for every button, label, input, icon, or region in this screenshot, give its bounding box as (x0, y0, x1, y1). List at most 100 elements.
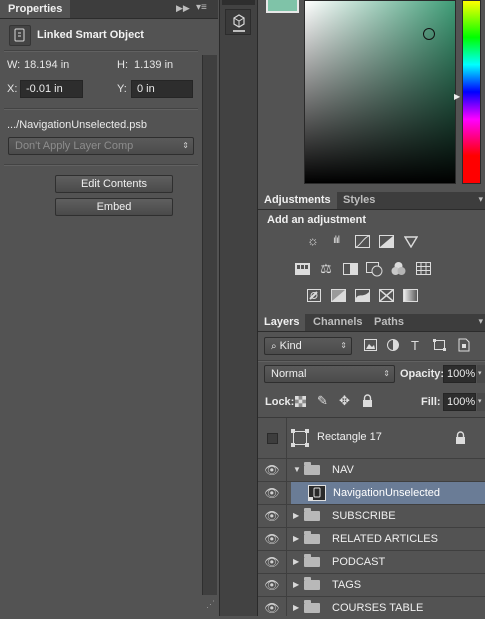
divider (4, 164, 198, 166)
selective-color-icon[interactable] (379, 289, 394, 302)
blend-mode-value: Normal (271, 368, 307, 380)
layer-row-nav[interactable]: 👁 ▼ NAV (258, 459, 485, 482)
opacity-dropdown-icon[interactable]: ▾ (477, 365, 485, 383)
exposure-icon[interactable] (379, 235, 394, 248)
pixel-layer-filter-icon[interactable] (364, 339, 377, 351)
fill-dropdown-icon[interactable]: ▾ (477, 393, 485, 411)
opacity-label: Opacity: (400, 368, 445, 380)
panel-menu-icon[interactable]: ▾ (478, 316, 483, 327)
color-field[interactable] (304, 0, 456, 184)
layers-tabbar: Layers Channels Paths ▾ (258, 314, 485, 332)
smart-object-filter-icon[interactable] (458, 338, 470, 352)
search-icon: ⌕ (271, 341, 277, 352)
lock-all-icon[interactable] (362, 394, 373, 407)
vibrance-icon[interactable] (404, 236, 418, 248)
smart-object-badge (9, 25, 31, 46)
eye-icon[interactable]: 👁 (258, 482, 287, 504)
tab-layers[interactable]: Layers (258, 314, 306, 331)
eye-icon[interactable]: 👁 (258, 551, 287, 573)
shape-layer-filter-icon[interactable] (433, 339, 446, 351)
edit-contents-button[interactable]: Edit Contents (55, 175, 173, 193)
eye-icon[interactable]: 👁 (258, 459, 287, 481)
layer-name: SUBSCRIBE (332, 510, 396, 522)
opacity-field[interactable]: 100% (443, 365, 476, 383)
height-label: H: (117, 59, 128, 71)
photo-filter-icon[interactable] (366, 261, 383, 277)
layer-row-navigation-unselected[interactable]: 👁 NavigationUnselected (258, 482, 485, 505)
collapse-panel-icon[interactable]: ▶▶ (176, 3, 190, 14)
updown-arrow-icon: ⇕ (383, 369, 390, 378)
gradient-map-icon[interactable] (403, 289, 418, 302)
levels-icon[interactable]: ılıl (329, 234, 343, 248)
divider (4, 50, 198, 52)
layer-row-rectangle-17[interactable]: Rectangle 17 (258, 418, 485, 459)
posterize-icon[interactable] (331, 289, 346, 302)
color-panel: ▶ (258, 0, 485, 190)
blend-mode-select[interactable]: Normal ⇕ (264, 365, 395, 383)
object-type-label: Linked Smart Object (37, 29, 144, 41)
curves-icon[interactable] (355, 235, 370, 248)
channel-mixer-icon[interactable] (391, 261, 406, 276)
tab-styles[interactable]: Styles (337, 192, 381, 209)
tab-adjustments[interactable]: Adjustments (258, 192, 337, 209)
adjustments-tabbar: Adjustments Styles ▾ (258, 192, 485, 210)
properties-scrollbar[interactable] (202, 55, 217, 595)
lock-position-icon[interactable]: ✥ (339, 393, 350, 409)
adjustment-layer-filter-icon[interactable] (387, 339, 399, 351)
folder-icon (304, 508, 320, 521)
color-balance-icon[interactable]: ⚖ (319, 262, 333, 276)
eye-icon[interactable]: 👁 (258, 597, 287, 616)
hue-slider-handle-icon[interactable]: ▶ (454, 92, 460, 101)
invert-icon[interactable] (307, 289, 321, 302)
hue-saturation-icon[interactable] (295, 263, 310, 275)
panel-menu-icon[interactable]: ▾ (478, 194, 483, 205)
embed-button[interactable]: Embed (55, 198, 173, 216)
properties-dock-button[interactable] (225, 9, 251, 35)
eye-icon[interactable]: 👁 (258, 505, 287, 527)
eye-icon[interactable]: 👁 (258, 574, 287, 596)
expanded-triangle-icon[interactable]: ▼ (293, 459, 301, 481)
adjustments-panel: Adjustments Styles ▾ Add an adjustment ☼… (258, 192, 485, 312)
layer-comp-select[interactable]: Don't Apply Layer Comp ⇕ (8, 137, 194, 155)
eye-icon[interactable]: 👁 (258, 528, 287, 550)
width-value[interactable]: 18.194 in (24, 59, 69, 71)
layer-locked-icon (456, 431, 465, 444)
black-white-icon[interactable] (343, 263, 358, 275)
color-picker-cursor[interactable] (423, 28, 435, 40)
layer-row-related-articles[interactable]: 👁 ▶ RELATED ARTICLES (258, 528, 485, 551)
collapsed-triangle-icon[interactable]: ▶ (293, 551, 299, 573)
collapsed-triangle-icon[interactable]: ▶ (293, 505, 299, 527)
linked-smart-object-icon (14, 28, 25, 42)
layer-row-tags[interactable]: 👁 ▶ TAGS (258, 574, 485, 597)
fill-field[interactable]: 100% (443, 393, 476, 411)
collapsed-triangle-icon[interactable]: ▶ (293, 528, 299, 550)
fill-label: Fill: (421, 396, 441, 408)
lock-image-pixels-icon[interactable]: ✎ (317, 393, 328, 409)
lock-transparent-pixels-icon[interactable] (295, 396, 306, 407)
layer-row-subscribe[interactable]: 👁 ▶ SUBSCRIBE (258, 505, 485, 528)
collapsed-triangle-icon[interactable]: ▶ (293, 574, 299, 596)
layers-panel: Layers Channels Paths ▾ ⌕ Kind ⇕ T Norma… (258, 314, 485, 616)
threshold-icon[interactable] (355, 289, 370, 302)
layer-row-courses-table[interactable]: 👁 ▶ COURSES TABLE (258, 597, 485, 616)
y-position-field[interactable]: 0 in (131, 80, 193, 98)
color-lookup-icon[interactable] (416, 262, 431, 275)
resize-grip-icon[interactable]: ⋰ (206, 599, 215, 610)
properties-panel: Properties ▶▶ ▾≡ Linked Smart Object W: … (0, 0, 218, 616)
panel-menu-icon[interactable]: ▾≡ (196, 2, 207, 13)
layer-row-podcast[interactable]: 👁 ▶ PODCAST (258, 551, 485, 574)
type-layer-filter-icon[interactable]: T (411, 338, 419, 353)
brightness-icon[interactable]: ☼ (306, 234, 320, 248)
height-value[interactable]: 1.139 in (134, 59, 173, 71)
tab-properties[interactable]: Properties (0, 0, 71, 18)
hue-slider[interactable] (462, 0, 481, 184)
foreground-color-swatch[interactable] (266, 0, 299, 13)
smart-object-thumbnail-icon (308, 485, 326, 501)
properties-tabbar: Properties ▶▶ ▾≡ (0, 0, 218, 19)
layer-filter-select[interactable]: ⌕ Kind ⇕ (264, 337, 352, 355)
visibility-toggle-empty[interactable] (258, 418, 287, 458)
tab-channels[interactable]: Channels (307, 314, 369, 331)
layer-name: NavigationUnselected (333, 487, 441, 499)
tab-paths[interactable]: Paths (368, 314, 410, 331)
x-position-field[interactable]: -0.01 in (20, 80, 83, 98)
